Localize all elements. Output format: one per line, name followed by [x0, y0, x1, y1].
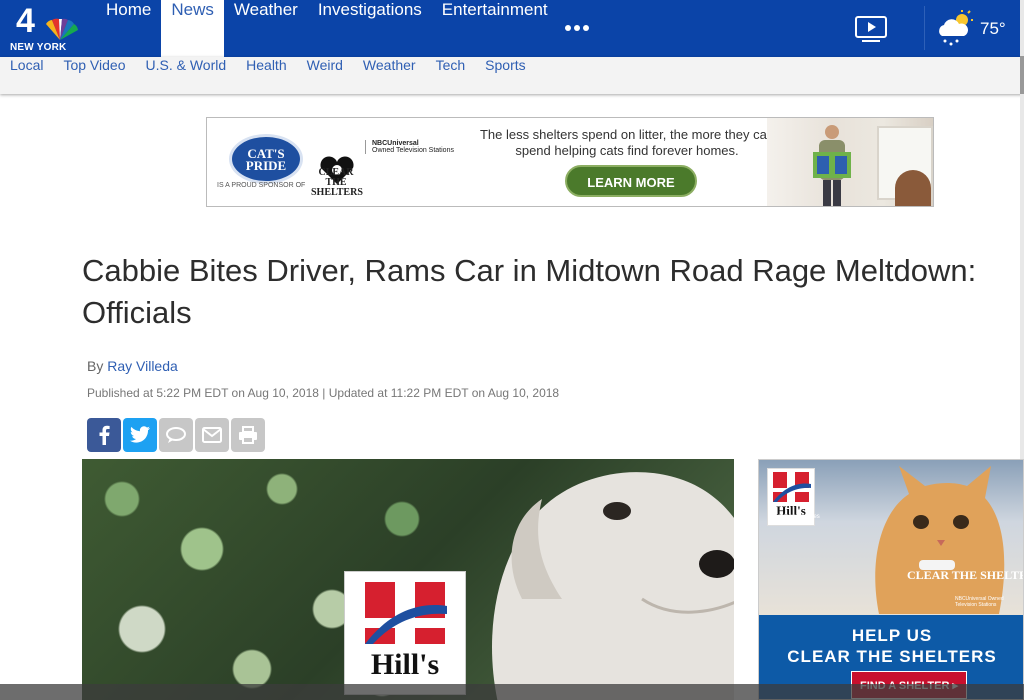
- byline: By Ray Villeda: [87, 358, 178, 374]
- bottom-overlay-bar: [0, 684, 1024, 700]
- cts-line-1: CLEAR THE: [318, 167, 354, 188]
- video-play-icon[interactable]: [854, 15, 888, 43]
- author-link[interactable]: Ray Villeda: [107, 358, 178, 374]
- email-icon: [202, 427, 222, 443]
- publish-timestamp: Published at 5:22 PM EDT on Aug 10, 2018…: [87, 386, 560, 400]
- scrollbar-thumb[interactable]: [1020, 56, 1024, 94]
- more-dots-icon[interactable]: [564, 22, 590, 34]
- orange-kitten-image: [875, 466, 1005, 614]
- subnav-health[interactable]: Health: [236, 57, 296, 94]
- partly-cloudy-rain-icon[interactable]: [936, 10, 974, 48]
- nbcu-stations-mark: NBCUniversal Owned Television Stations: [365, 140, 472, 154]
- subnav-local[interactable]: Local: [0, 57, 53, 94]
- cats-pride-ad-banner[interactable]: CAT'S PRIDE IS A PROUD SPONSOR OF CLEAR …: [206, 117, 934, 207]
- temperature-readout: 75°: [980, 19, 1006, 38]
- twitter-icon: [130, 426, 150, 443]
- help-line-1: HELP US: [851, 626, 933, 645]
- subnav-weird[interactable]: Weird: [297, 57, 353, 94]
- hills-logo-icon: [773, 472, 811, 502]
- print-button[interactable]: [231, 418, 265, 452]
- hills-wordmark: Hill's: [370, 648, 440, 681]
- subnav-weather[interactable]: Weather: [353, 57, 426, 94]
- ad-photo: [767, 118, 933, 206]
- nbcu-title: NBCUniversal: [372, 140, 419, 147]
- hero-video-player[interactable]: Hill's: [82, 459, 734, 700]
- learn-more-button[interactable]: LEARN MORE: [565, 165, 697, 197]
- cts-line-2: SHELTERS: [311, 187, 363, 198]
- ad-headline: The less shelters spend on litter, the m…: [479, 127, 775, 158]
- facebook-icon: [99, 425, 110, 445]
- email-button[interactable]: [195, 418, 229, 452]
- subnav-us-world[interactable]: U.S. & World: [135, 57, 236, 94]
- nav-investigations[interactable]: Investigations: [308, 0, 432, 57]
- nav-news[interactable]: News: [161, 0, 224, 57]
- hills-side-ad[interactable]: Hill's Transforming Lives CLEAR THE SHEL…: [758, 459, 1024, 700]
- top-nav-bar: 4 NEW YORK Home News Weather Investigati…: [0, 0, 1024, 57]
- cats-pride-logo: CAT'S PRIDE: [229, 134, 303, 184]
- logo-number: 4: [16, 2, 35, 40]
- share-toolbar: [87, 418, 267, 452]
- nav-divider: [924, 6, 925, 50]
- person-holding-litter-image: [813, 125, 851, 206]
- logo-city: NEW YORK: [10, 42, 67, 53]
- byline-prefix: By: [87, 358, 104, 374]
- hills-sponsor-badge: Hill's: [344, 571, 466, 695]
- hills-logo-icon: [365, 582, 447, 644]
- peacock-icon: [46, 18, 78, 40]
- cat-image: [895, 170, 931, 206]
- clear-the-shelters-wordmark: CLEAR THE SHELTERS: [311, 167, 363, 198]
- side-ad-headline: HELP US CLEAR THE SHELTERS: [759, 625, 1023, 667]
- print-icon: [239, 426, 257, 444]
- nav-home[interactable]: Home: [96, 0, 161, 57]
- subnav-sports[interactable]: Sports: [475, 57, 535, 94]
- nbcu-subtitle: Owned Television Stations: [372, 147, 454, 154]
- nav-weather[interactable]: Weather: [224, 0, 308, 57]
- side-ad-tagline: Transforming Lives: [769, 514, 820, 520]
- facebook-share-button[interactable]: [87, 418, 121, 452]
- comment-icon: [166, 427, 186, 443]
- nbc-4-new-york-logo[interactable]: 4 NEW YORK: [10, 2, 82, 54]
- white-dog-image: [492, 472, 734, 700]
- comment-button[interactable]: [159, 418, 193, 452]
- help-line-2: CLEAR THE SHELTERS: [787, 647, 997, 666]
- cats-pride-wordmark: CAT'S PRIDE: [245, 146, 287, 173]
- subnav-top-video[interactable]: Top Video: [53, 57, 135, 94]
- side-clear-the-shelters-mark: CLEAR THE SHELTERS: [907, 568, 1023, 582]
- subnav-tech[interactable]: Tech: [426, 57, 476, 94]
- nav-entertainment[interactable]: Entertainment: [432, 0, 558, 57]
- secondary-nav: Local Top Video U.S. & World Health Weir…: [0, 57, 536, 94]
- secondary-nav-bar: Local Top Video U.S. & World Health Weir…: [0, 57, 1024, 94]
- twitter-share-button[interactable]: [123, 418, 157, 452]
- sponsor-caption: IS A PROUD SPONSOR OF: [217, 182, 306, 189]
- primary-nav: Home News Weather Investigations Enterta…: [96, 0, 558, 57]
- article-headline: Cabbie Bites Driver, Rams Car in Midtown…: [82, 253, 977, 330]
- side-nbcu-mark: NBCUniversal Owned Television Stations: [955, 596, 1004, 608]
